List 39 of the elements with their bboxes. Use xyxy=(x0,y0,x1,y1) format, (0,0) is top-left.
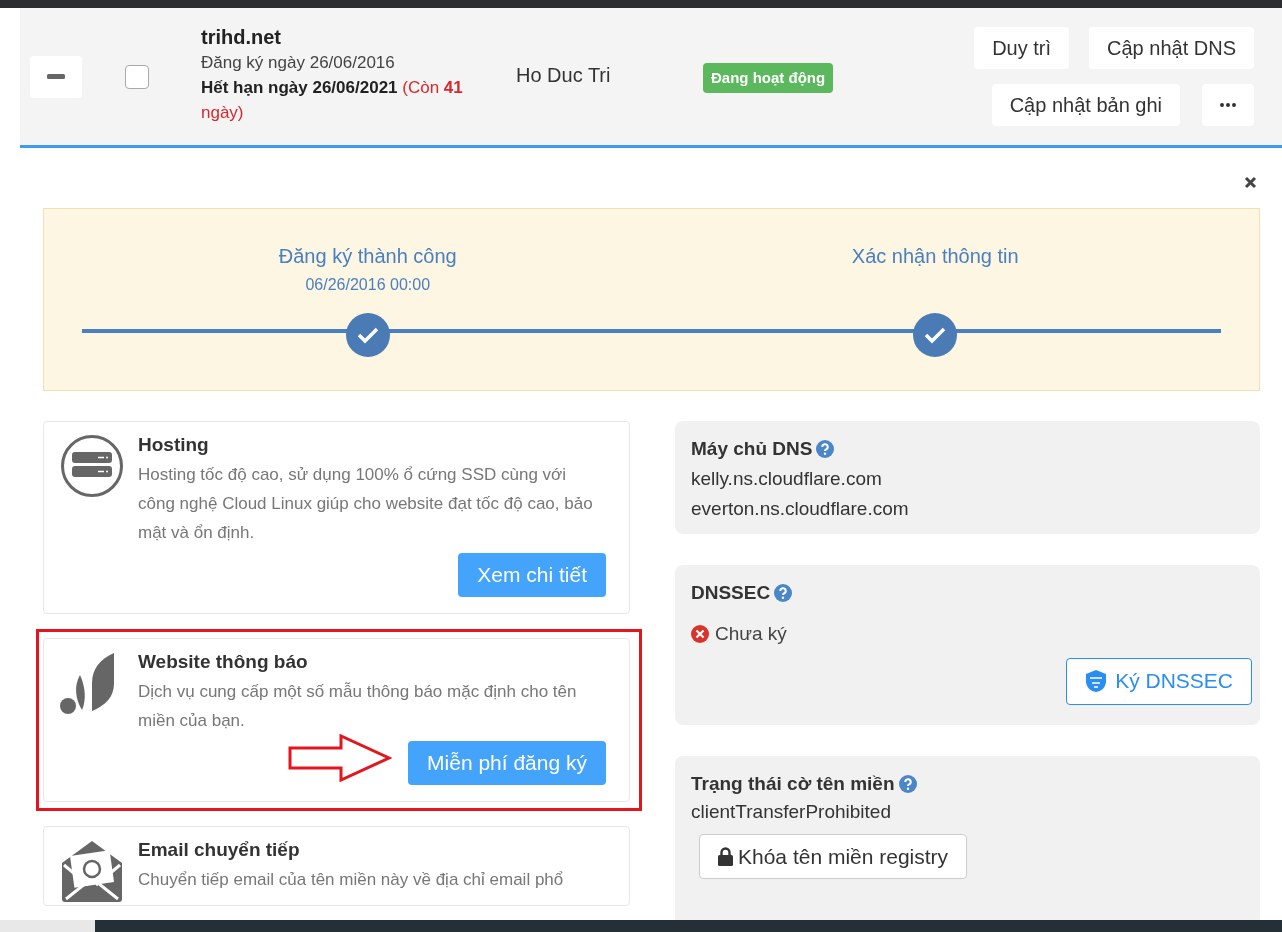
help-icon xyxy=(774,584,793,602)
panel-title: Máy chủ DNS xyxy=(691,437,813,461)
dnssec-status: Chưa ký xyxy=(715,622,787,646)
service-title: Hosting xyxy=(138,433,210,457)
action-button[interactable]: Cập nhật bản ghi xyxy=(991,84,1180,126)
expiry-text: Hết hạn ngày 26/06/2021 (Còn 41 ngày) xyxy=(201,77,464,124)
collapse-button[interactable] xyxy=(30,55,82,98)
service-description: Dịch vụ cung cấp một số mẫu thông báo mặc định cho tên miền của bạn. xyxy=(138,681,578,732)
minus-icon xyxy=(47,74,65,79)
step-label: Xác nhận thông tin xyxy=(851,244,1019,269)
help-icon xyxy=(898,775,917,793)
owner-name: Ho Duc Tri xyxy=(516,62,612,88)
nameserver-text: everton.ns.cloudflare.com xyxy=(691,497,910,521)
service-description: Chuyển tiếp email của tên miền này về địa chỉ email phổ xyxy=(138,869,565,891)
panel-title: DNSSEC xyxy=(691,581,771,605)
step-date: 06/26/2016 00:00 xyxy=(305,275,431,295)
close-icon xyxy=(1243,175,1257,189)
close-button[interactable] xyxy=(1242,174,1258,190)
server-icon xyxy=(60,434,124,498)
help-icon xyxy=(816,440,835,458)
service-title: Email chuyển tiếp xyxy=(138,838,301,862)
flag-value: clientTransferProhibited xyxy=(691,800,892,824)
shield-icon xyxy=(1085,669,1108,693)
more-icon xyxy=(1220,103,1236,107)
status-badge: Đang hoạt động xyxy=(703,62,834,93)
row-checkbox[interactable] xyxy=(125,64,149,89)
panel-title: Trạng thái cờ tên miền xyxy=(691,772,895,796)
lock-button[interactable]: Khóa tên miền registry xyxy=(699,834,968,879)
service-description: Hosting tốc độ cao, sử dụng 100% ổ cứng SSD cùng với công nghệ Cloud Linux giúp cho website đạt tốc độ cao, bảo mật và ổn định. xyxy=(138,464,594,544)
envelope-icon xyxy=(60,839,124,903)
lock-icon xyxy=(718,847,733,866)
action-button[interactable]: Cập nhật DNS xyxy=(1089,27,1254,69)
action-button[interactable]: Duy trì xyxy=(974,27,1070,69)
service-title: Website thông báo xyxy=(138,650,309,674)
nameserver-text: kelly.ns.cloudflare.com xyxy=(691,467,883,491)
registered-date: Đăng ký ngày 26/06/2016 xyxy=(201,52,396,74)
domain-name: trihd.net xyxy=(201,25,282,50)
step-label: Đăng ký thành công xyxy=(278,244,457,269)
arrow-annotation-icon xyxy=(288,734,392,782)
